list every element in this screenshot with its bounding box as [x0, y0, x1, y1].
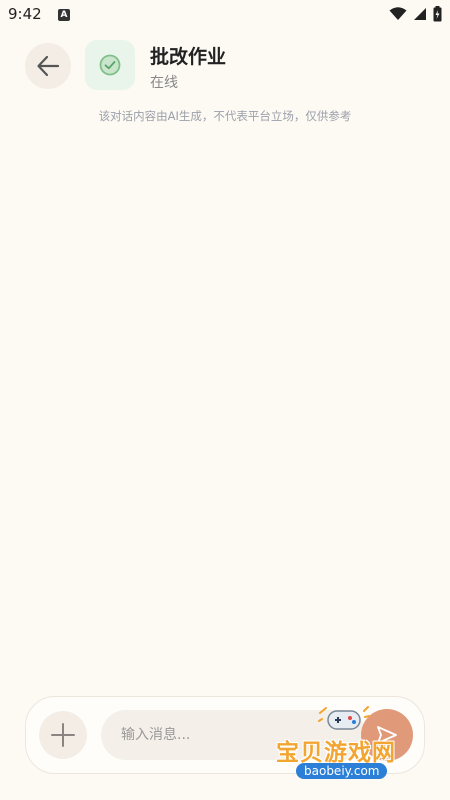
message-input[interactable] [101, 710, 366, 760]
plus-icon [51, 723, 75, 747]
paper-plane-icon [377, 726, 397, 744]
back-button[interactable] [25, 43, 71, 89]
composer-bar [25, 696, 425, 774]
signal-icon [414, 8, 426, 20]
battery-icon [433, 6, 442, 22]
arrow-left-icon [37, 55, 60, 77]
ai-disclaimer: 该对话内容由AI生成，不代表平台立场，仅供参考 [98, 109, 352, 123]
send-button[interactable] [361, 709, 413, 761]
bot-status: 在线 [150, 75, 178, 91]
status-time: 9:42 [8, 5, 42, 23]
add-attachment-button[interactable] [39, 711, 87, 759]
status-icons [389, 6, 442, 22]
bot-name: 批改作业 [150, 46, 227, 68]
check-circle-icon [99, 54, 121, 76]
notification-icon: A [58, 9, 70, 21]
bot-avatar [85, 40, 135, 90]
wifi-icon [389, 7, 407, 20]
status-bar: 9:42 A [0, 0, 450, 32]
message-list[interactable] [0, 132, 450, 687]
